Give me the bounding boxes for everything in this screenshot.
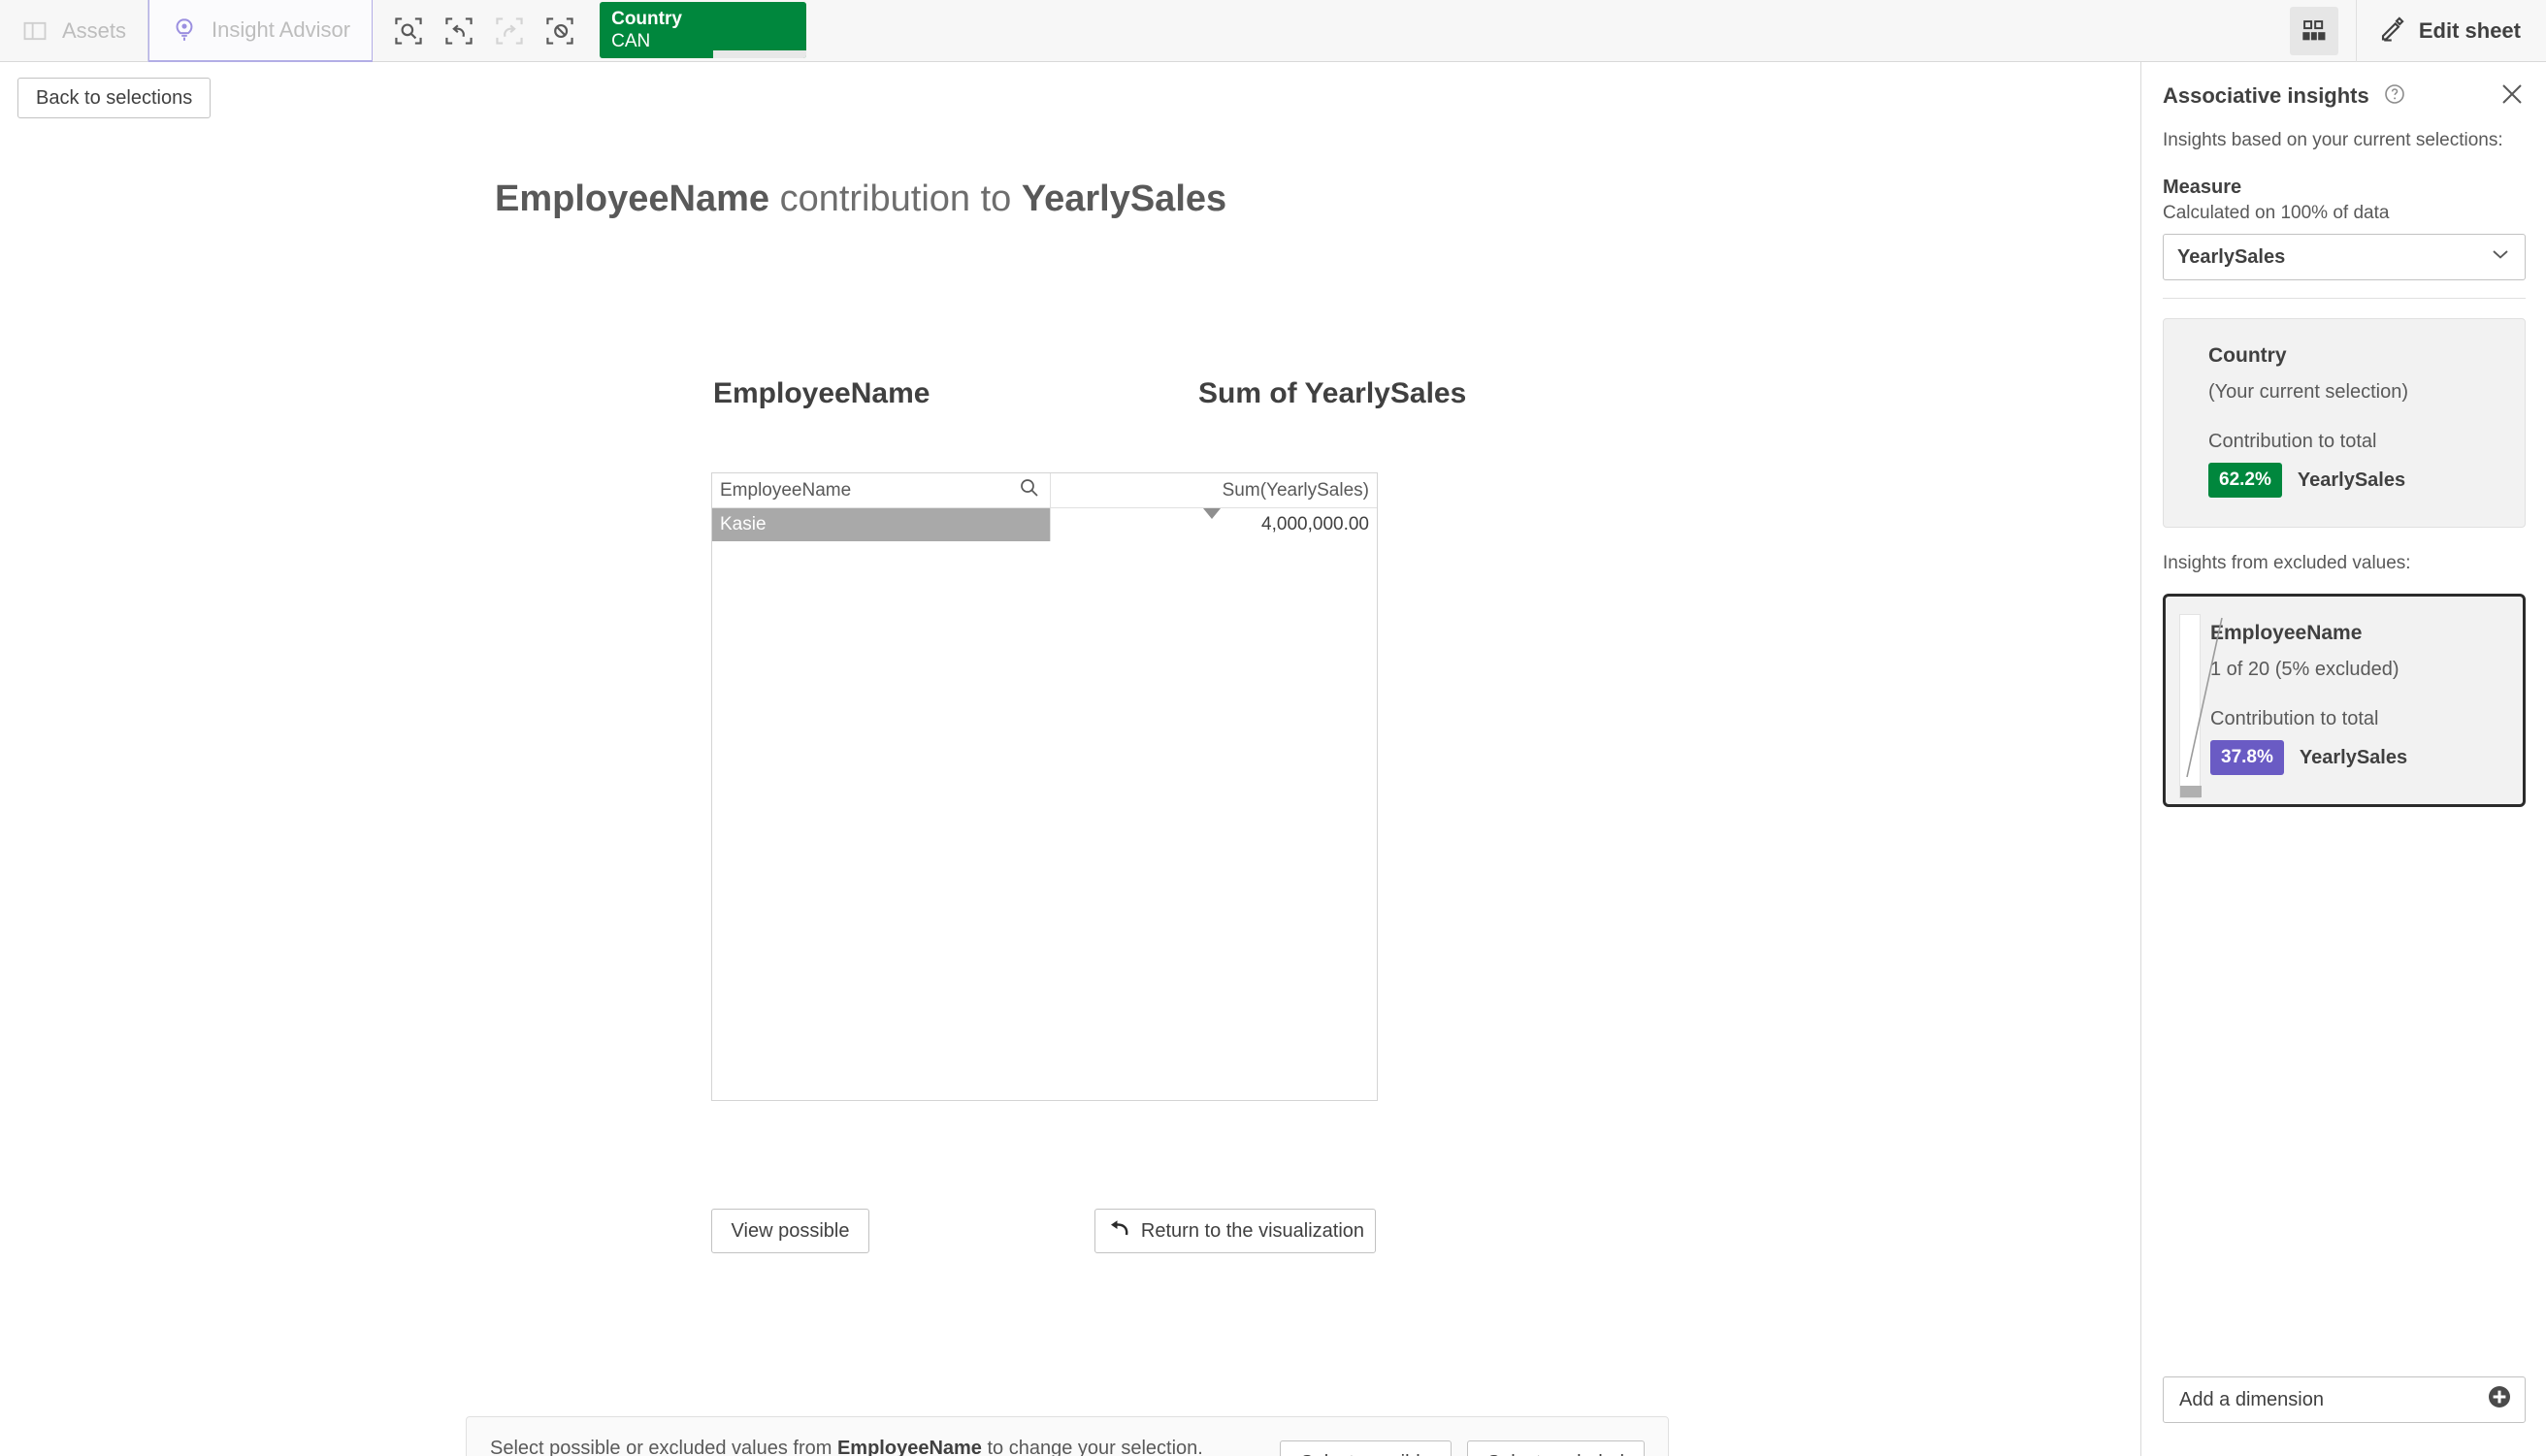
measure-label: Measure bbox=[2163, 177, 2242, 198]
selection-action-field: EmployeeName bbox=[836, 1438, 982, 1456]
search-icon[interactable] bbox=[1019, 477, 1040, 504]
excluded-values-label: Insights from excluded values: bbox=[2163, 553, 2411, 573]
selection-chip-field: Country bbox=[611, 9, 682, 29]
column-header-dimension: EmployeeName bbox=[713, 377, 930, 409]
listbox: EmployeeName Sum(YearlySales) Kasie 4,00… bbox=[711, 472, 1378, 1101]
current-selection-contribution-label: Contribution to total bbox=[2208, 431, 2377, 452]
measure-select-value: YearlySales bbox=[2177, 245, 2286, 268]
page-title-dimension: EmployeeName bbox=[495, 178, 770, 219]
selection-action-text: Select possible or excluded values from … bbox=[490, 1435, 1237, 1456]
excluded-values-measure-name: YearlySales bbox=[2299, 746, 2408, 768]
selection-chip-progress bbox=[600, 50, 807, 58]
close-icon[interactable] bbox=[2499, 81, 2525, 112]
panel-header: Associative insights bbox=[2163, 80, 2525, 113]
sheet-grid-icon[interactable] bbox=[2289, 7, 2338, 55]
back-arrow-icon bbox=[1106, 1216, 1129, 1246]
excluded-values-title: EmployeeName bbox=[2210, 622, 2363, 644]
listbox-header-dimension[interactable]: EmployeeName bbox=[712, 473, 1051, 507]
selection-action-bar: Select possible or excluded values from … bbox=[466, 1416, 1669, 1456]
page-title-middle: contribution to bbox=[769, 178, 1022, 219]
selection-chip-value: CAN bbox=[611, 31, 651, 51]
select-possible-button[interactable]: Select possible bbox=[1280, 1440, 1452, 1456]
column-header-measure: Sum of YearlySales bbox=[1198, 377, 1467, 409]
excluded-values-card[interactable]: EmployeeName 1 of 20 (5% excluded) Contr… bbox=[2163, 594, 2526, 807]
selection-action-text-before: Select possible or excluded values from bbox=[490, 1438, 837, 1456]
associative-insights-panel: Associative insights Insights based on y… bbox=[2140, 62, 2546, 1456]
current-selection-contribution: 62.2% YearlySales bbox=[2208, 463, 2525, 498]
tab-assets-label: Assets bbox=[62, 18, 127, 43]
page-title-measure: YearlySales bbox=[1021, 178, 1227, 219]
top-toolbar: Assets Insight Advisor Country CAN Edit … bbox=[0, 0, 2546, 62]
tab-insight-advisor-label: Insight Advisor bbox=[212, 17, 351, 42]
listbox-row-measure: 4,000,000.00 bbox=[1051, 508, 1377, 541]
bar-marker-icon bbox=[1203, 508, 1221, 519]
chevron-down-icon bbox=[2490, 243, 2511, 271]
back-to-selections-button[interactable]: Back to selections bbox=[17, 78, 212, 118]
tab-assets[interactable]: Assets bbox=[0, 0, 149, 62]
clear-selections-icon[interactable] bbox=[538, 9, 582, 53]
edit-sheet-button[interactable]: Edit sheet bbox=[2355, 0, 2546, 62]
measure-sublabel: Calculated on 100% of data bbox=[2163, 203, 2390, 223]
add-dimension-label: Add a dimension bbox=[2179, 1388, 2324, 1410]
add-dimension-button[interactable]: Add a dimension bbox=[2163, 1376, 2526, 1423]
current-selection-card[interactable]: Country (Your current selection) Contrib… bbox=[2163, 318, 2526, 528]
plus-circle-icon bbox=[2486, 1383, 2513, 1416]
listbox-row-measure-value: 4,000,000.00 bbox=[1261, 514, 1369, 534]
selection-chip-country[interactable]: Country CAN bbox=[600, 2, 807, 58]
page-title: EmployeeName contribution to YearlySales bbox=[495, 178, 1226, 220]
measure-select[interactable]: YearlySales bbox=[2163, 234, 2526, 280]
return-to-visualization-button[interactable]: Return to the visualization bbox=[1094, 1209, 1376, 1253]
toolbar-right: Edit sheet bbox=[2289, 0, 2546, 62]
current-selection-measure-name: YearlySales bbox=[2297, 469, 2406, 491]
listbox-header: EmployeeName Sum(YearlySales) bbox=[712, 473, 1377, 508]
view-possible-button[interactable]: View possible bbox=[711, 1209, 869, 1253]
current-selection-percent-badge: 62.2% bbox=[2208, 463, 2282, 498]
mini-bar-leader-line bbox=[2186, 617, 2223, 778]
selection-action-buttons: Select possible Select excluded bbox=[1280, 1440, 1645, 1456]
tab-insight-advisor[interactable]: Insight Advisor bbox=[148, 0, 374, 62]
main-content: Back to selections EmployeeName contribu… bbox=[0, 62, 2140, 1456]
search-selections-icon[interactable] bbox=[386, 9, 431, 53]
panel-icon bbox=[21, 17, 49, 45]
listbox-header-dimension-label: EmployeeName bbox=[720, 479, 852, 501]
current-selection-title: Country bbox=[2208, 344, 2287, 367]
excluded-values-subtitle: 1 of 20 (5% excluded) bbox=[2210, 659, 2399, 680]
excluded-values-contribution: 37.8% YearlySales bbox=[2210, 740, 2523, 775]
return-to-visualization-label: Return to the visualization bbox=[1140, 1219, 1365, 1242]
listbox-header-measure[interactable]: Sum(YearlySales) bbox=[1051, 473, 1377, 507]
current-selection-subtitle: (Your current selection) bbox=[2208, 381, 2409, 403]
lightbulb-icon bbox=[171, 16, 198, 44]
panel-divider bbox=[2163, 298, 2526, 299]
panel-title: Associative insights bbox=[2163, 83, 2369, 108]
step-forward-icon bbox=[487, 9, 532, 53]
excluded-values-contribution-label: Contribution to total bbox=[2210, 708, 2379, 729]
listbox-row-value[interactable]: Kasie bbox=[712, 508, 1051, 541]
step-back-icon[interactable] bbox=[437, 9, 481, 53]
help-icon[interactable] bbox=[2383, 82, 2406, 111]
edit-sheet-label: Edit sheet bbox=[2418, 18, 2521, 43]
pencil-icon bbox=[2378, 14, 2407, 49]
select-excluded-button[interactable]: Select excluded bbox=[1466, 1440, 1645, 1456]
panel-subtitle: Insights based on your current selection… bbox=[2163, 130, 2503, 150]
table-row[interactable]: Kasie 4,000,000.00 bbox=[712, 508, 1377, 541]
selection-tools bbox=[373, 0, 590, 61]
